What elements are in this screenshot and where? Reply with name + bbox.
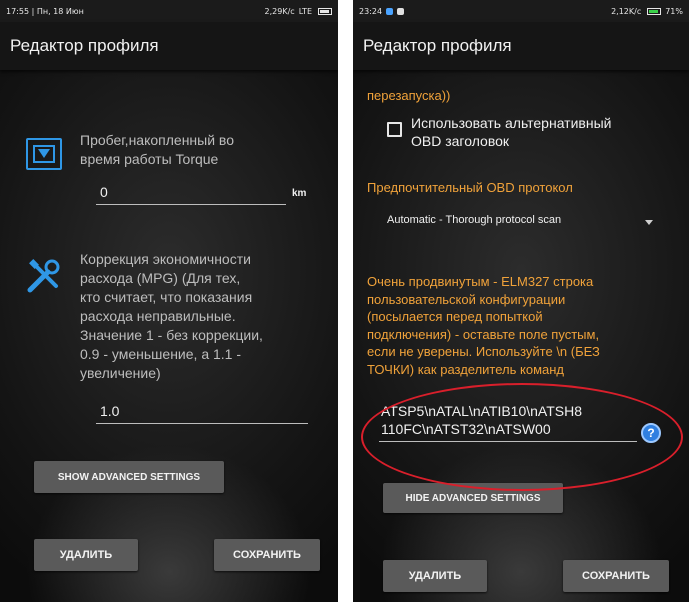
partial-text: перезапуска)) — [367, 88, 451, 103]
chevron-down-icon — [645, 220, 653, 225]
save-button[interactable]: СОХРАНИТЬ — [214, 539, 320, 571]
page-title: Редактор профиля — [10, 36, 159, 55]
status-network: LTE — [298, 6, 312, 16]
mileage-unit: km — [292, 188, 307, 199]
delete-button[interactable]: УДАЛИТЬ — [383, 560, 487, 592]
status-time: 23:24 — [359, 6, 383, 16]
app-bar: Редактор профиля — [353, 22, 689, 70]
status-battery: 71% — [665, 6, 683, 16]
notification-icon — [386, 7, 394, 15]
show-advanced-settings-button[interactable]: SHOW ADVANCED SETTINGS — [34, 461, 224, 493]
protocol-label: Предпочтительный OBD протокол — [367, 180, 573, 195]
status-bar: 23:24 2,12K/с 71% — [353, 0, 689, 22]
app-bar: Редактор профиля — [0, 22, 338, 70]
page-title: Редактор профиля — [363, 36, 512, 55]
alt-obd-header-label: Использовать альтернативный OBD заголово… — [411, 115, 612, 149]
status-bar: 17:55 | Пн, 18 Июн 2,29K/с LTE — [0, 0, 338, 22]
delete-button[interactable]: УДАЛИТЬ — [34, 539, 138, 571]
mpg-input[interactable]: 1.0 — [100, 403, 119, 419]
highlight-ellipse — [361, 383, 683, 491]
phone-screen-right: 23:24 2,12K/с 71% Редактор профиля перез… — [353, 0, 689, 602]
battery-icon — [647, 7, 662, 15]
notification-icon — [397, 7, 405, 15]
status-speed: 2,29K/с — [264, 6, 295, 16]
dashboard-screen-icon — [26, 138, 62, 170]
mileage-input[interactable]: 0 — [100, 184, 108, 200]
battery-icon — [318, 7, 332, 15]
alt-obd-header-checkbox[interactable] — [387, 122, 402, 137]
mpg-label: Коррекция экономичности расхода (MPG) (Д… — [80, 251, 263, 381]
tools-icon — [27, 259, 60, 293]
status-speed: 2,12K/с — [611, 6, 642, 16]
mileage-label: Пробег,накопленный во время работы Torqu… — [80, 132, 234, 167]
elm-config-note: Очень продвинутым - ELM327 строка пользо… — [367, 274, 600, 377]
protocol-select[interactable]: Automatic - Thorough protocol scan — [387, 214, 561, 226]
phone-screen-left: 17:55 | Пн, 18 Июн 2,29K/с LTE Редактор … — [0, 0, 338, 602]
status-date: 17:55 | Пн, 18 Июн — [6, 6, 84, 16]
save-button[interactable]: СОХРАНИТЬ — [563, 560, 669, 592]
